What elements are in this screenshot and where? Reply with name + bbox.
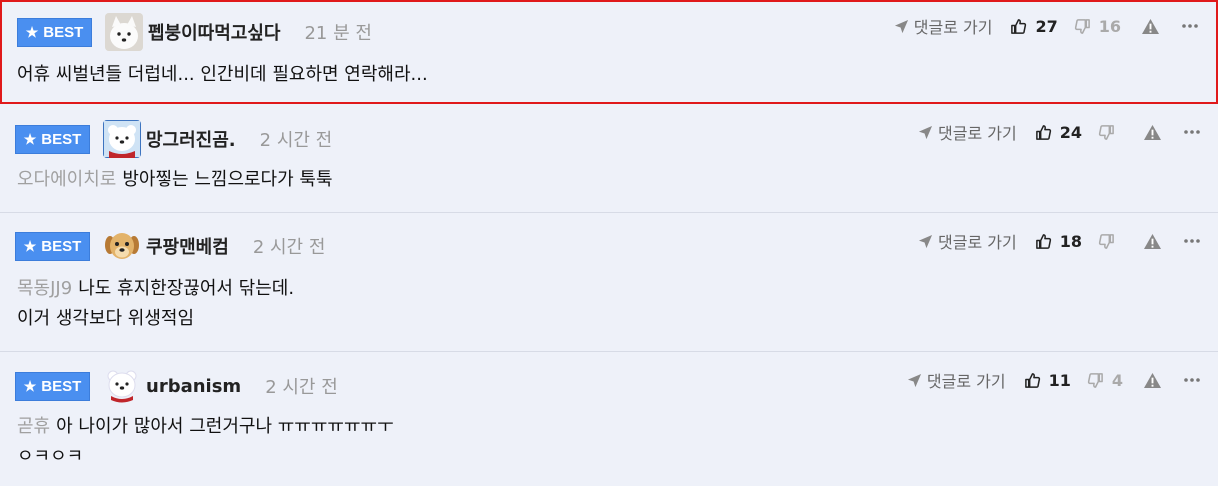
best-badge: ★ BEST (15, 231, 90, 261)
timestamp: 21 분 전 (304, 23, 372, 44)
mention-name[interactable]: 오다에이치로 (17, 169, 116, 190)
best-badge: ★ BEST (15, 371, 90, 401)
thumbs-up-icon (1024, 372, 1040, 388)
send-arrow-icon (918, 125, 933, 139)
polar-bear-avatar[interactable] (103, 367, 141, 405)
puppy-avatar[interactable] (103, 227, 141, 265)
dislike-button[interactable]: 16 (1074, 17, 1121, 36)
comment-body: 어휴 씨벌년들 더럽네... 인간비데 필요하면 연락해라... (17, 64, 428, 85)
mention-name[interactable]: 곧휴 (17, 416, 50, 437)
dislike-button[interactable] (1098, 124, 1123, 141)
comment-body: 오다에이치로 방아찧는 느낌으로다가 툭툭 (17, 169, 333, 190)
thumbs-up-icon (1011, 18, 1027, 34)
comment-body: 곧휴 아 나이가 많아서 그런거구나 ㅠㅠㅠㅠㅠㅠㅜ ㅇㅋㅇㅋ (17, 416, 394, 467)
nickname[interactable]: 쿠팡맨베컴 (146, 233, 229, 259)
mention-name[interactable]: 목동JJ9 (17, 278, 72, 299)
like-count: 24 (1059, 122, 1082, 142)
thumbs-down-icon (1098, 124, 1114, 140)
send-arrow-icon (894, 19, 908, 33)
more-options-icon[interactable] (1184, 130, 1200, 134)
dislike-count: 4 (1111, 370, 1123, 390)
go-to-reply-button[interactable]: 댓글로 가기 (894, 14, 992, 38)
nickname[interactable]: 펩붕이따먹고싶다 (148, 19, 280, 45)
report-button[interactable] (1143, 124, 1162, 141)
star-icon: ★ (23, 131, 37, 147)
report-button[interactable] (1143, 233, 1162, 250)
comment-item: ★ BEST urbanism 2 시간 전 댓글로 가기 11 4 곧휴 아 … (0, 352, 1218, 486)
thumbs-up-icon (1035, 233, 1051, 249)
best-badge: ★ BEST (15, 124, 90, 154)
star-icon: ★ (23, 378, 37, 394)
like-button[interactable]: 24 (1035, 123, 1082, 142)
go-to-reply-button[interactable]: 댓글로 가기 (918, 229, 1017, 253)
go-to-reply-button[interactable]: 댓글로 가기 (907, 368, 1006, 392)
timestamp: 2 시간 전 (252, 237, 326, 258)
comment-list: ★ BEST 펩붕이따먹고싶다 21 분 전 댓글로 가기 27 16 어휴 씨… (0, 0, 1218, 486)
dislike-count: 16 (1098, 16, 1121, 36)
thumbs-down-icon (1087, 372, 1103, 388)
timestamp: 2 시간 전 (259, 130, 333, 151)
dislike-button[interactable] (1098, 233, 1123, 250)
nickname[interactable]: urbanism (146, 376, 241, 397)
thumbs-down-icon (1098, 233, 1114, 249)
comment-item: ★ BEST 망그러진곰. 2 시간 전 댓글로 가기 24 오다에이치로 방아… (0, 104, 1218, 213)
like-count: 27 (1035, 16, 1058, 36)
thumbs-down-icon (1074, 18, 1090, 34)
thumbs-up-icon (1035, 124, 1051, 140)
star-icon: ★ (23, 238, 37, 254)
send-arrow-icon (907, 373, 921, 387)
polar-bear-avatar[interactable] (103, 120, 141, 158)
warning-icon (1144, 372, 1161, 388)
more-options-icon[interactable] (1184, 378, 1200, 382)
like-count: 18 (1059, 231, 1082, 251)
go-to-reply-button[interactable]: 댓글로 가기 (918, 120, 1017, 144)
timestamp: 2 시간 전 (265, 377, 338, 398)
more-options-icon[interactable] (1184, 239, 1200, 243)
report-button[interactable] (1143, 372, 1162, 389)
comment-item: ★ BEST 펩붕이따먹고싶다 21 분 전 댓글로 가기 27 16 어휴 씨… (0, 0, 1218, 104)
nickname[interactable]: 망그러진곰. (146, 126, 236, 152)
warning-icon (1142, 18, 1159, 34)
best-badge: ★ BEST (17, 17, 92, 47)
warning-icon (1144, 124, 1161, 140)
more-options-icon[interactable] (1182, 24, 1198, 28)
send-arrow-icon (918, 234, 933, 248)
warning-icon (1144, 233, 1161, 249)
like-button[interactable]: 27 (1010, 16, 1058, 36)
white-dog-avatar[interactable] (105, 13, 143, 51)
like-button[interactable]: 11 (1024, 371, 1071, 390)
star-icon: ★ (25, 24, 39, 40)
like-count: 11 (1048, 370, 1071, 390)
report-button[interactable] (1141, 18, 1160, 35)
dislike-button[interactable]: 4 (1087, 371, 1123, 390)
comment-item: ★ BEST 쿠팡맨베컴 2 시간 전 댓글로 가기 18 목동JJ9 나도 휴… (0, 213, 1218, 352)
comment-body: 목동JJ9 나도 휴지한장끊어서 닦는데. 이거 생각보다 위생적임 (17, 278, 295, 329)
like-button[interactable]: 18 (1035, 232, 1082, 251)
